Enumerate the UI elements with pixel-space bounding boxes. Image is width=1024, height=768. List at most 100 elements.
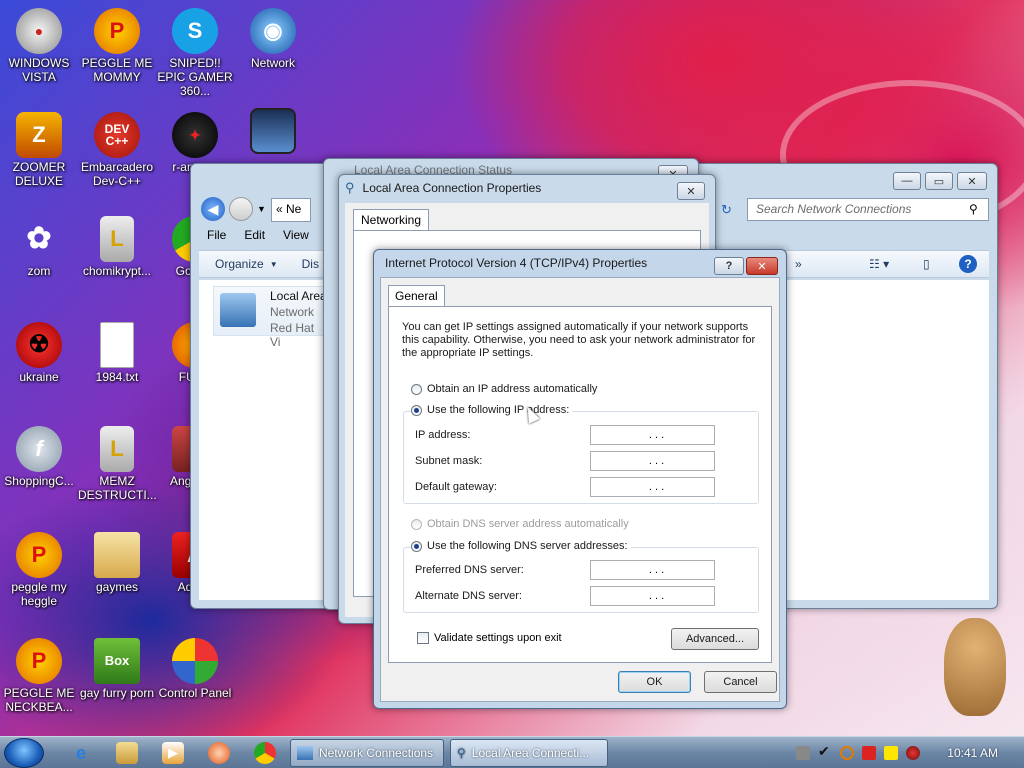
taskbar-clock[interactable]: 10:41 AM: [947, 746, 998, 760]
taskbar-button-label: Local Area Connecti...: [471, 746, 590, 760]
dialog-title: Internet Protocol Version 4 (TCP/IPv4) P…: [385, 256, 648, 270]
subnet-mask-input[interactable]: . . .: [590, 451, 715, 471]
desktop-icon-box[interactable]: Box gay furry porn: [78, 638, 156, 700]
disable-device-button[interactable]: Dis: [302, 257, 319, 271]
ip-address-input[interactable]: . . .: [590, 425, 715, 445]
refresh-icon[interactable]: ↻: [721, 202, 732, 218]
desktop-icon-shopping[interactable]: f ShoppingC...: [0, 426, 78, 488]
file-explorer-icon[interactable]: [116, 742, 138, 764]
start-button[interactable]: [4, 738, 44, 768]
network-adapter-icon: ⚲: [457, 746, 466, 760]
desktop-icon-label: gaymes: [95, 580, 139, 594]
menu-file[interactable]: File: [207, 228, 226, 248]
desktop-icon-windows-vista[interactable]: ● WINDOWS VISTA: [0, 8, 78, 84]
desktop-icon-peggle-my-heggle[interactable]: P peggle my heggle: [0, 532, 78, 608]
desktop-icon-label: Control Panel: [158, 686, 232, 700]
desktop-icon-label: zom: [27, 264, 51, 278]
desktop-icon-network[interactable]: ◉ Network: [234, 8, 312, 70]
desktop-icon-memz[interactable]: L MEMZ DESTRUCTI...: [78, 426, 157, 502]
tab-general[interactable]: General: [388, 285, 445, 306]
maximize-button[interactable]: ▭: [925, 172, 953, 190]
advanced-button[interactable]: Advanced...: [671, 628, 759, 650]
tray-volume-icon[interactable]: [906, 746, 920, 760]
taskbar-network-connections[interactable]: Network Connections: [290, 739, 444, 767]
tab-networking[interactable]: Networking: [353, 209, 430, 230]
ip-dots: . . .: [648, 429, 665, 441]
alternate-dns-input[interactable]: . . .: [590, 586, 715, 606]
internet-explorer-icon[interactable]: e: [70, 742, 92, 764]
obtain-ip-automatically-radio[interactable]: Obtain an IP address automatically: [411, 383, 597, 395]
skype-icon: S: [172, 8, 218, 54]
tray-check-icon[interactable]: ✔: [818, 743, 832, 759]
desktop-icon-peggle-me-mommy[interactable]: P PEGGLE ME MOMMY: [78, 8, 156, 84]
preferred-dns-input[interactable]: . . .: [590, 560, 715, 580]
tray-flag-icon[interactable]: [862, 746, 876, 760]
desktop-icon-control-panel[interactable]: Control Panel: [156, 638, 234, 700]
validate-settings-checkbox[interactable]: Validate settings upon exit: [417, 632, 562, 644]
desktop-icon-ukraine[interactable]: ☢ ukraine: [0, 322, 78, 384]
desktop-icon-chomikrypt[interactable]: L chomikrypt...: [78, 216, 156, 278]
obtain-dns-automatically-radio[interactable]: Obtain DNS server address automatically: [411, 518, 629, 530]
default-gateway-input[interactable]: . . .: [590, 477, 715, 497]
cancel-button[interactable]: Cancel: [704, 671, 777, 693]
text-file-icon: [100, 322, 134, 368]
radiation-icon: ☢: [16, 322, 62, 368]
connection-device: Red Hat Vi: [270, 321, 315, 349]
ipv4-properties-dialog[interactable]: Internet Protocol Version 4 (TCP/IPv4) P…: [373, 249, 787, 709]
network-adapter-icon: ⚲: [345, 180, 355, 195]
radio-indicator: [411, 518, 422, 530]
desktop-icon-zom[interactable]: ✿ zom: [0, 216, 78, 279]
connection-item-local-area[interactable]: Local Area Network Red Hat Vi: [213, 286, 328, 349]
alternate-dns-label: Alternate DNS server:: [415, 590, 522, 602]
forward-arrow-icon[interactable]: [229, 197, 253, 221]
desktop-icon-label: peggle my heggle: [11, 580, 67, 608]
chrome-icon[interactable]: [254, 742, 276, 764]
preview-pane-icon[interactable]: ▯: [923, 257, 930, 271]
desktop-icon-devcpp[interactable]: DEV C++ Embarcadero Dev-C++: [78, 112, 156, 188]
tray-notification-icon[interactable]: [884, 746, 898, 760]
more-commands-icon[interactable]: »: [795, 257, 802, 271]
desktop-icon-monitor[interactable]: [234, 108, 312, 156]
ok-button[interactable]: OK: [618, 671, 691, 693]
search-input[interactable]: Search Network Connections: [747, 198, 989, 221]
change-view-icon[interactable]: ☷ ▾: [869, 257, 889, 271]
close-button[interactable]: ✕: [957, 172, 987, 190]
help-icon[interactable]: ?: [959, 255, 977, 273]
use-following-ip-radio[interactable]: Use the following IP address:: [411, 404, 573, 416]
network-connections-icon: [297, 746, 313, 760]
app-launcher-icon[interactable]: [208, 742, 230, 764]
ip-dots: . . .: [648, 481, 665, 493]
tray-network-icon[interactable]: [796, 746, 810, 760]
use-following-dns-radio[interactable]: Use the following DNS server addresses:: [411, 540, 631, 552]
desktop-icon-1984-txt[interactable]: 1984.txt: [78, 322, 156, 384]
search-icon[interactable]: ⚲: [969, 202, 978, 216]
close-button[interactable]: ✕: [746, 257, 778, 275]
desktop-icon-label: WINDOWS VISTA: [8, 56, 70, 84]
desktop-icon-label: Network: [250, 56, 295, 70]
button-label: Cancel: [723, 676, 758, 688]
help-button[interactable]: ?: [714, 257, 744, 275]
close-button[interactable]: ✕: [677, 182, 705, 200]
menu-edit[interactable]: Edit: [244, 228, 265, 248]
desktop-icon-gaymes[interactable]: gaymes: [78, 532, 156, 594]
taskbar: e ▶ Network Connections ⚲ Local Area Con…: [0, 736, 1024, 768]
taskbar-local-area-connection[interactable]: ⚲ Local Area Connecti...: [450, 739, 608, 767]
title-bar: ⚲ Local Area Connection Properties: [339, 175, 715, 201]
organize-button[interactable]: Organize: [215, 257, 264, 271]
mascot-icon: ●: [16, 8, 62, 54]
radio-label: Obtain an IP address automatically: [427, 383, 598, 395]
minimize-button[interactable]: —: [893, 172, 921, 190]
desktop-icon-peggle-me-neckbea[interactable]: P PEGGLE ME NECKBEA...: [0, 638, 78, 714]
back-arrow-icon[interactable]: ◀: [201, 197, 225, 221]
network-globe-icon: ◉: [250, 8, 296, 54]
ip-dots: . . .: [648, 455, 665, 467]
desktop-icon-zoomer-deluxe[interactable]: Z ZOOMER DELUXE: [0, 112, 78, 188]
menu-view[interactable]: View: [283, 228, 309, 248]
media-player-icon[interactable]: ▶: [162, 742, 184, 764]
desktop-icon-sniped[interactable]: S SNIPED!! EPIC GAMER 360...: [156, 8, 234, 98]
peggle-icon: P: [16, 532, 62, 578]
history-dropdown-icon[interactable]: ▼: [257, 204, 266, 214]
tray-search-icon[interactable]: [840, 746, 854, 760]
hamster-desktop-pet[interactable]: [944, 618, 1006, 716]
address-bar[interactable]: « Ne: [271, 198, 311, 222]
